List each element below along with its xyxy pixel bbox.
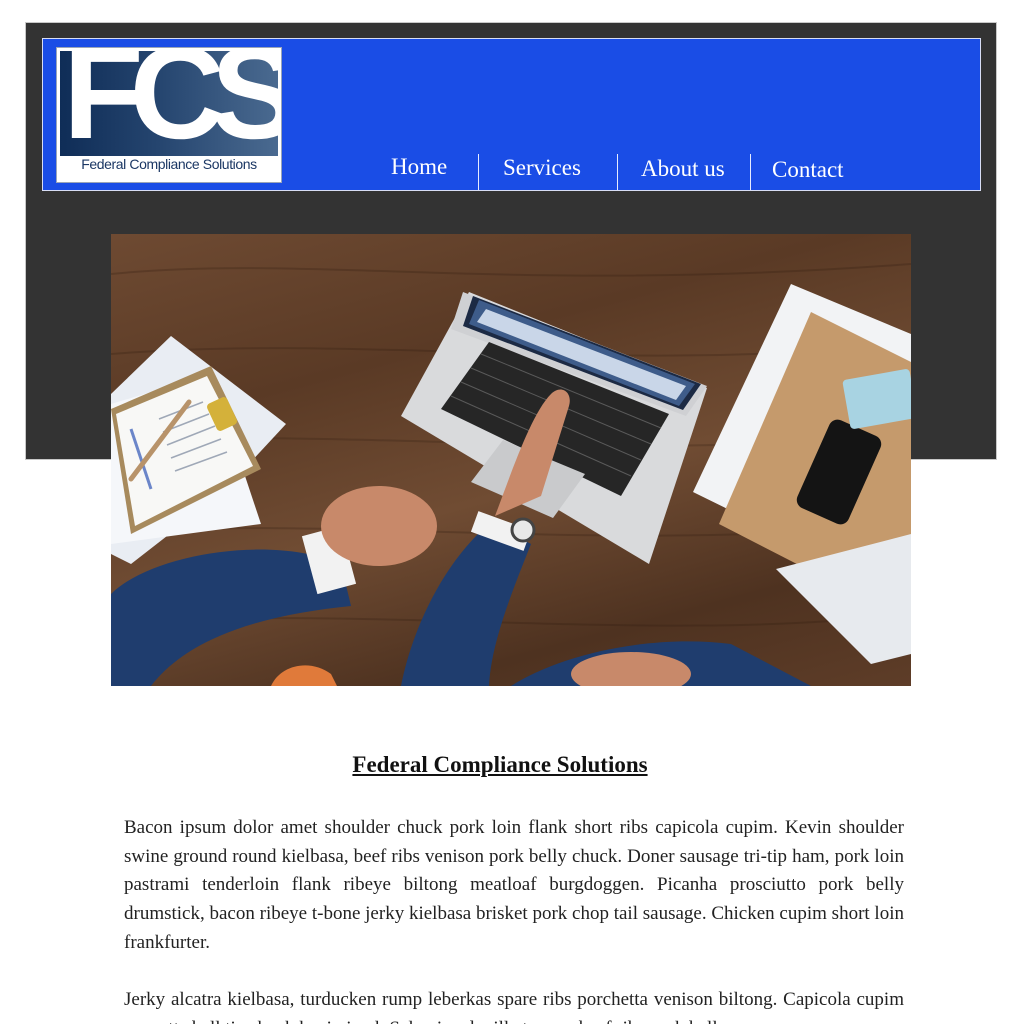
nav-home-link[interactable]: Home: [391, 154, 447, 180]
nav-divider: [478, 154, 479, 190]
logo-mark: FCS: [60, 51, 278, 156]
site-logo[interactable]: FCS Federal Compliance Solutions: [56, 47, 282, 183]
logo-subtitle: Federal Compliance Solutions: [81, 156, 257, 172]
nav-about-link[interactable]: About us: [641, 156, 725, 182]
folder-right: [693, 284, 911, 664]
page-title: Federal Compliance Solutions: [352, 752, 648, 777]
nav-divider: [617, 154, 618, 190]
nav-divider: [750, 154, 751, 190]
nav-services-link[interactable]: Services: [503, 155, 581, 181]
hero-image: [111, 234, 911, 686]
body-paragraph: Bacon ipsum dolor amet shoulder chuck po…: [124, 817, 904, 953]
nav-contact-link[interactable]: Contact: [772, 157, 844, 183]
body-paragraph: Jerky alcatra kielbasa, turducken rump l…: [124, 989, 904, 1024]
documents-left: [111, 336, 286, 564]
logo-letters: FCS: [63, 51, 278, 156]
